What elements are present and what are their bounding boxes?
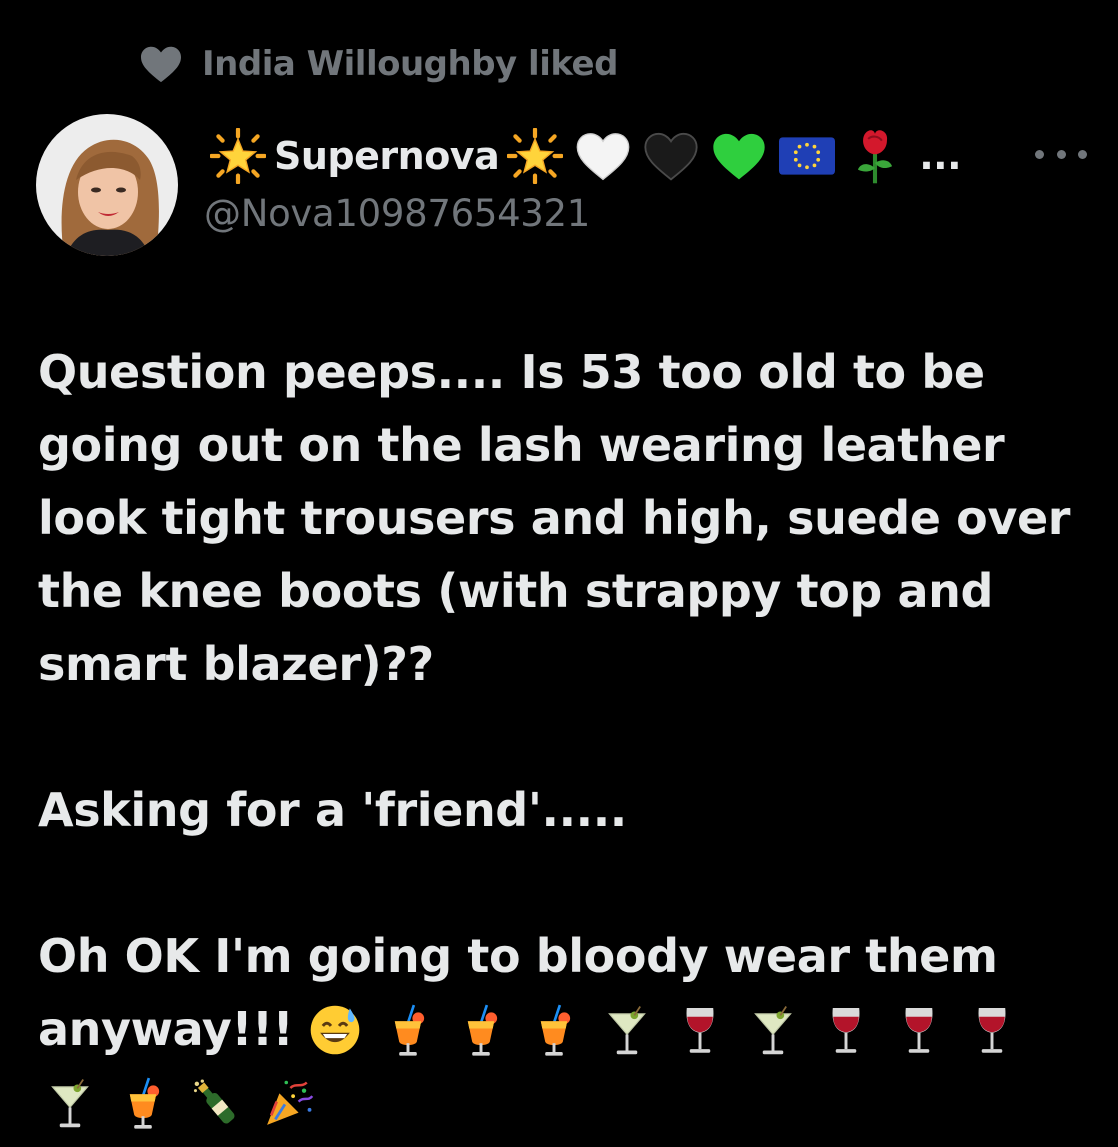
white-heart-icon — [569, 127, 637, 185]
tweet-paragraph: Asking for a 'friend'..... — [38, 783, 627, 837]
cocktail-glass-icon — [741, 1000, 805, 1060]
more-options-button[interactable] — [1035, 142, 1087, 166]
green-heart-icon — [705, 127, 773, 185]
wine-glass-icon — [668, 1000, 732, 1060]
display-name[interactable]: Supernova ... — [204, 120, 994, 192]
tweet-line: look tight trousers and high, suede over — [38, 491, 1071, 545]
heart-icon — [138, 43, 184, 85]
rose-icon — [841, 127, 909, 185]
wine-glass-icon — [960, 1000, 1024, 1060]
tweet-line: smart blazer)?? — [38, 637, 434, 691]
name-truncation: ... — [919, 134, 962, 178]
wine-glass-icon — [887, 1000, 951, 1060]
display-name-text: Supernova — [274, 134, 500, 178]
tweet-line: Question peeps.... Is 53 too old to be — [38, 345, 985, 399]
avatar[interactable] — [36, 114, 178, 256]
wine-glass-icon — [814, 1000, 878, 1060]
emoji-line — [38, 1066, 1098, 1139]
author-info: Supernova ... @Nova10987654321 — [204, 120, 994, 235]
social-context-label[interactable]: India Willoughby liked — [202, 44, 618, 84]
tweet-text-anyway: anyway!!! — [38, 1002, 294, 1056]
social-context: India Willoughby liked — [138, 40, 618, 88]
tweet-line: going out on the lash wearing leather — [38, 418, 1005, 472]
party-popper-icon — [257, 1073, 321, 1133]
tropical-drink-icon — [111, 1073, 175, 1133]
glowing-star-icon — [501, 127, 569, 185]
tropical-drink-icon — [522, 1000, 586, 1060]
black-heart-icon — [637, 127, 705, 185]
user-handle[interactable]: @Nova10987654321 — [204, 192, 994, 235]
emoji-line: anyway!!! — [38, 993, 1098, 1066]
champagne-bottle-icon — [184, 1073, 248, 1133]
tweet-text: Question peeps.... Is 53 too old to be g… — [38, 336, 1098, 1139]
tropical-drink-icon — [449, 1000, 513, 1060]
tropical-drink-icon — [376, 1000, 440, 1060]
glowing-star-icon — [204, 127, 272, 185]
cocktail-glass-icon — [38, 1073, 102, 1133]
more-dot — [1035, 149, 1044, 159]
cocktail-glass-icon — [595, 1000, 659, 1060]
eu-flag-icon — [773, 127, 841, 185]
more-dot — [1078, 149, 1087, 159]
tweet-line: the knee boots (with strappy top and — [38, 564, 994, 618]
tweet-paragraph: Oh OK I'm going to bloody wear them — [38, 929, 998, 983]
grinning-face-with-sweat-icon — [303, 1000, 367, 1060]
more-dot — [1056, 149, 1066, 159]
